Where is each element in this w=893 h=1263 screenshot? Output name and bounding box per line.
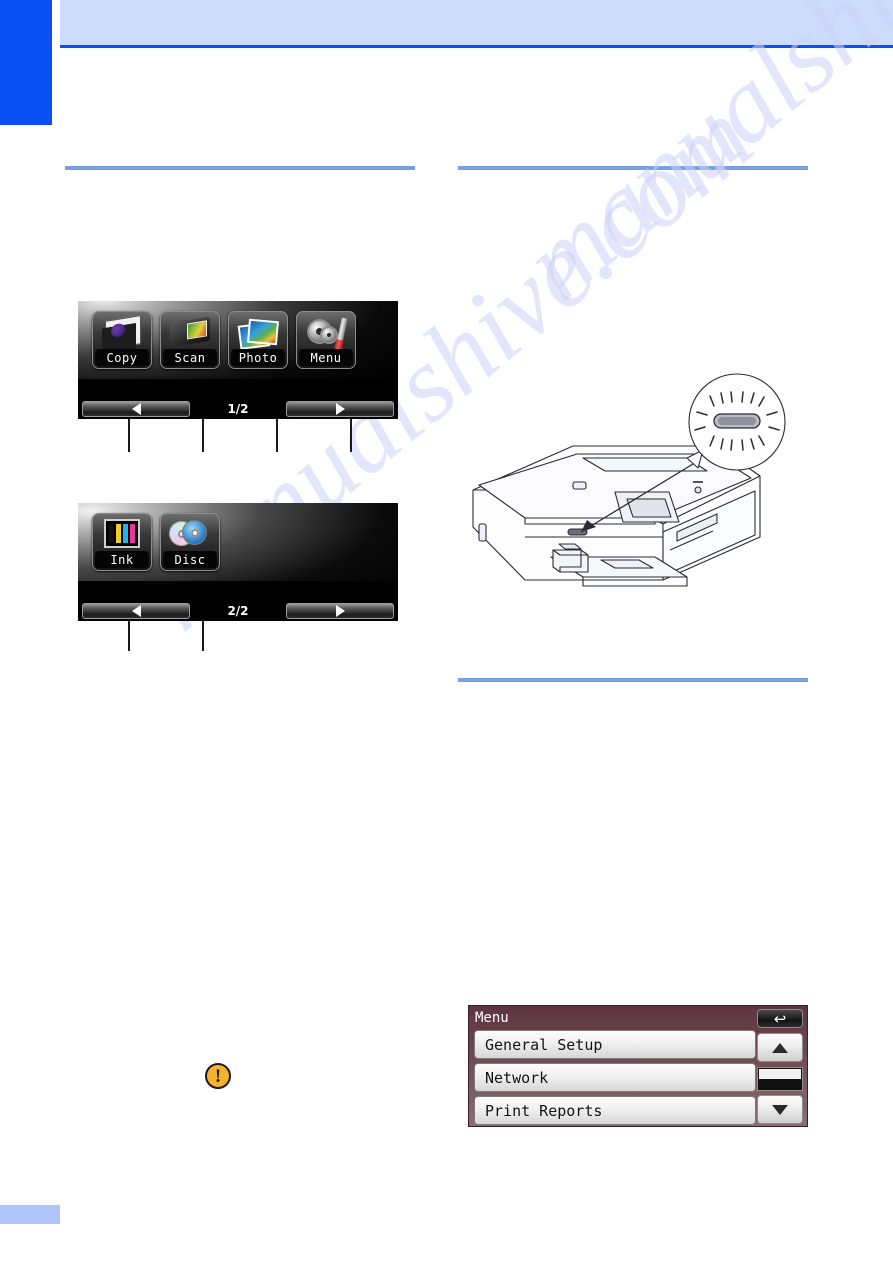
home-tile-disc[interactable]: Disc bbox=[160, 513, 220, 571]
up-arrow-icon bbox=[772, 1042, 788, 1053]
menu-item-network[interactable]: Network bbox=[474, 1063, 756, 1092]
scan-icon bbox=[166, 315, 214, 348]
page-number-tab bbox=[0, 1205, 60, 1224]
scrollbar-thumb[interactable] bbox=[759, 1069, 801, 1079]
right-arrow-icon bbox=[335, 605, 345, 617]
home-tile-label: Menu bbox=[299, 349, 353, 366]
lcd-navbar: 2/2 bbox=[78, 601, 398, 621]
menu-item-general-setup[interactable]: General Setup bbox=[474, 1030, 756, 1059]
watermark: manualshive.com bbox=[501, 0, 893, 323]
back-arrow-icon: ↩ bbox=[773, 1010, 787, 1028]
chapter-tab bbox=[0, 0, 52, 125]
home-tile-copy[interactable]: Copy bbox=[92, 311, 152, 369]
callout-leader-line bbox=[128, 621, 130, 651]
scroll-up-button[interactable] bbox=[757, 1033, 803, 1062]
home-tile-label: Photo bbox=[231, 349, 285, 366]
callout-leader-line bbox=[350, 419, 352, 452]
menu-item-label: Print Reports bbox=[485, 1101, 603, 1120]
header-rule bbox=[60, 45, 893, 48]
down-arrow-icon bbox=[772, 1104, 788, 1115]
back-button[interactable]: ↩ bbox=[757, 1009, 803, 1028]
callout-leader-line bbox=[202, 621, 204, 651]
home-tile-label: Scan bbox=[163, 349, 217, 366]
home-tile-label: Ink bbox=[95, 551, 149, 568]
scroll-down-button[interactable] bbox=[757, 1095, 803, 1124]
lcd-menu-screen: Menu ↩ General Setup Network Print Repor… bbox=[468, 1005, 808, 1127]
home-tile-label: Disc bbox=[163, 551, 217, 568]
menu-item-print-reports[interactable]: Print Reports bbox=[474, 1096, 756, 1125]
callout-leader-line bbox=[128, 419, 130, 452]
menu-gear-icon bbox=[302, 315, 350, 348]
menu-item-label: General Setup bbox=[485, 1035, 603, 1054]
lcd-home-screen-2: Ink Disc 2/2 bbox=[78, 503, 398, 621]
menu-title: Menu bbox=[475, 1010, 509, 1026]
home-tile-menu[interactable]: Menu bbox=[296, 311, 356, 369]
ink-cartridge-icon bbox=[98, 517, 146, 550]
home-tile-photo[interactable]: Photo bbox=[228, 311, 288, 369]
printer-illustration bbox=[455, 372, 805, 602]
section-rule-right-lower bbox=[458, 678, 808, 682]
lcd-navbar: 1/2 bbox=[78, 399, 398, 419]
disc-icon bbox=[166, 517, 214, 550]
section-rule-right-top bbox=[458, 166, 808, 170]
warning-exclamation-icon: ! bbox=[205, 1063, 231, 1089]
menu-item-label: Network bbox=[485, 1068, 549, 1087]
header-band bbox=[60, 0, 893, 45]
home-tile-ink[interactable]: Ink bbox=[92, 513, 152, 571]
next-page-button[interactable] bbox=[286, 401, 394, 417]
right-arrow-icon bbox=[335, 403, 345, 415]
section-rule-left bbox=[65, 166, 415, 170]
callout-leader-line bbox=[276, 419, 278, 452]
home-tile-row: Ink Disc bbox=[78, 503, 220, 581]
home-tile-label: Copy bbox=[95, 349, 149, 366]
copy-icon bbox=[98, 315, 146, 350]
home-tile-scan[interactable]: Scan bbox=[160, 311, 220, 369]
next-page-button[interactable] bbox=[286, 603, 394, 619]
menu-list: General Setup Network Print Reports bbox=[474, 1030, 756, 1129]
printer-illustration-svg bbox=[472, 373, 786, 587]
photo-icon bbox=[234, 315, 282, 350]
lcd-home-screen-1: Copy Scan Photo Menu 1/2 bbox=[78, 301, 398, 419]
callout-leader-line bbox=[202, 419, 204, 452]
home-tile-row: Copy Scan Photo Menu bbox=[78, 301, 356, 379]
scrollbar[interactable] bbox=[757, 1067, 803, 1091]
